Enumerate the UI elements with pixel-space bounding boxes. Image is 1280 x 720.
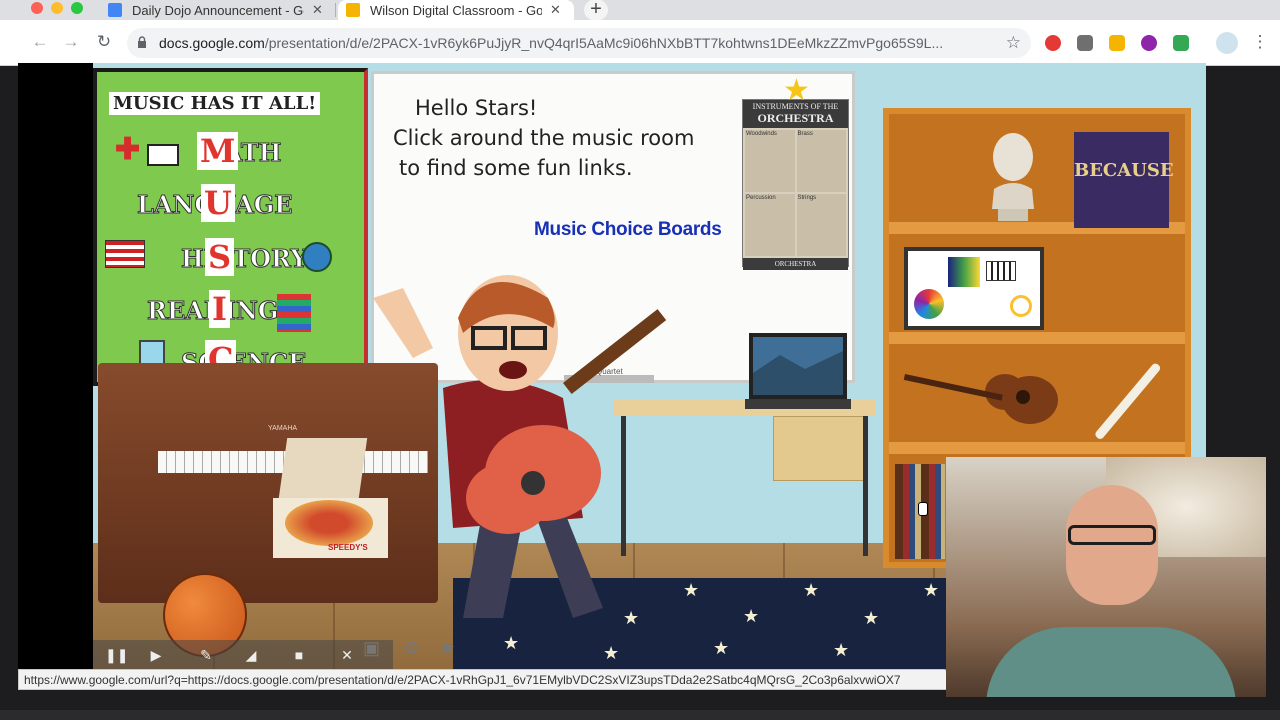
recorder-link[interactable] [1089, 354, 1169, 444]
new-tab-button[interactable]: + [584, 0, 608, 21]
beethoven-bust[interactable] [984, 129, 1042, 224]
eraser-icon[interactable]: ◢ [243, 647, 259, 663]
thumbs-up-extension-icon[interactable] [1109, 35, 1125, 51]
webcam-overlay[interactable] [946, 457, 1266, 697]
star-icon: ★ [603, 643, 620, 663]
minimize-window-button[interactable] [51, 2, 63, 14]
sticker-icon[interactable]: ▣ [363, 639, 380, 657]
presenter-shirt [986, 627, 1236, 697]
poster-grid: Woodwinds Brass Percussion Strings [743, 128, 848, 258]
bulletin-letter-s: S [205, 238, 235, 276]
record-extension-icon[interactable] [1045, 35, 1061, 51]
greeting-line-1: Hello Stars! [415, 96, 538, 120]
poster-section: Woodwinds [745, 130, 795, 192]
play-icon[interactable]: ▶ [148, 647, 164, 663]
spectrogram-icon [948, 257, 980, 287]
menu-dots-icon[interactable]: ⋮ [1250, 32, 1270, 52]
close-icon[interactable]: ✕ [339, 647, 355, 663]
tab-daily-dojo[interactable]: Daily Dojo Announcement - Go ✕ [100, 0, 332, 20]
pause-icon[interactable]: ❚❚ [105, 647, 128, 663]
bulletin-letter-i: I [209, 290, 230, 328]
url-path: /presentation/d/e/2PACX-1vR6yk6PuJjyR_nv… [264, 35, 944, 51]
color-wheel-icon [914, 289, 944, 319]
plus-icon: ✚ [115, 132, 141, 167]
bulletin-word-history: HISTORY [180, 244, 308, 274]
tab-divider [335, 3, 336, 17]
address-bar[interactable]: docs.google.com/presentation/d/e/2PACX-1… [127, 28, 1031, 58]
greeting-line-3: to find some fun links. [399, 156, 633, 180]
teacher-bitmoji-guitar[interactable] [333, 258, 753, 618]
grid-extension-icon[interactable] [1077, 35, 1093, 51]
books-icon [277, 294, 311, 332]
tab-title: Daily Dojo Announcement - Go [132, 2, 304, 18]
bulletin-letter-m: M [197, 132, 239, 170]
gold-star-icon: ★ [783, 74, 810, 107]
lock-icon [138, 36, 146, 48]
poster-section: Brass [796, 130, 846, 192]
bookmark-star-icon[interactable]: ☆ [1006, 33, 1021, 53]
docs-icon [108, 3, 122, 17]
mouse-cursor-icon [918, 502, 928, 516]
macos-dock [0, 710, 1280, 720]
because-book[interactable]: BECAUSE [1074, 132, 1174, 228]
poster-section: Strings [796, 194, 846, 256]
shelf-board [889, 332, 1185, 344]
music-choice-boards-link[interactable]: Music Choice Boards [534, 219, 722, 241]
chrome-music-lab-link[interactable] [904, 247, 1044, 330]
settings-gear-icon[interactable]: ⚙ [403, 639, 419, 657]
star-icon: ★ [803, 580, 820, 600]
ukulele-link[interactable] [895, 352, 1065, 432]
globe-icon [302, 242, 332, 272]
reload-icon[interactable]: ↻ [94, 32, 114, 52]
star-icon: ★ [863, 608, 880, 628]
close-window-button[interactable] [31, 2, 43, 14]
desk-leg [863, 416, 868, 556]
desk-drawers [773, 416, 868, 481]
favorite-star-icon[interactable]: ★ [439, 639, 455, 657]
presenter-head [1066, 485, 1158, 605]
piano-brand: YAMAHA [268, 425, 298, 432]
bulletin-title: MUSIC HAS IT ALL! [109, 92, 321, 115]
laptop-link[interactable] [745, 333, 851, 415]
greeting-line-2: Click around the music room [393, 126, 695, 150]
kami-extension-icon[interactable] [1141, 35, 1157, 51]
browser-toolbar: ← → ↻ docs.google.com/presentation/d/e/2… [0, 20, 1280, 66]
oscillator-icon [1010, 295, 1032, 317]
equals-icon [147, 144, 179, 166]
flag-icon [105, 240, 145, 268]
tab-title: Wilson Digital Classroom - Go [370, 2, 542, 18]
status-bar-url: https://www.google.com/url?q=https://doc… [18, 669, 948, 690]
presenter-controls: ❚❚ ▶ ✎ ◢ ■ ✕ [93, 640, 393, 670]
tab-bar: Daily Dojo Announcement - Go ✕ Wilson Di… [0, 0, 1280, 21]
bulletin-board[interactable]: MUSIC HAS IT ALL! ✚ MATH LANGUAGE HISTOR… [93, 68, 368, 386]
url-domain: docs.google.com [159, 35, 265, 51]
forward-arrow-icon[interactable]: → [61, 32, 81, 52]
star-icon: ★ [833, 640, 850, 660]
back-arrow-icon[interactable]: ← [30, 32, 50, 52]
url-text: docs.google.com/presentation/d/e/2PACX-1… [159, 35, 999, 51]
classroom-extension-icon[interactable] [1173, 35, 1189, 51]
close-tab-icon[interactable]: ✕ [550, 2, 561, 18]
presenter-glasses [1068, 525, 1156, 545]
poster-footer: ORCHESTRA [743, 258, 848, 270]
greeting-text: Hello Stars! Click around the music room… [393, 93, 723, 183]
orchestra-poster[interactable]: INSTRUMENTS OF THE ORCHESTRA Woodwinds Br… [742, 99, 849, 270]
star-icon: ★ [503, 633, 520, 653]
camera-icon[interactable]: ■ [291, 647, 307, 663]
maximize-window-button[interactable] [71, 2, 83, 14]
close-tab-icon[interactable]: ✕ [312, 2, 323, 18]
star-icon: ★ [713, 638, 730, 658]
poster-section: Percussion [745, 194, 795, 256]
tab-wilson-classroom[interactable]: Wilson Digital Classroom - Go ✕ [338, 0, 574, 20]
bulletin-letter-u: U [201, 184, 235, 222]
pen-icon[interactable]: ✎ [198, 647, 214, 663]
profile-avatar[interactable] [1216, 32, 1238, 54]
slides-icon [346, 3, 360, 17]
star-icon: ★ [923, 580, 940, 600]
keyboard-icon [986, 261, 1016, 281]
